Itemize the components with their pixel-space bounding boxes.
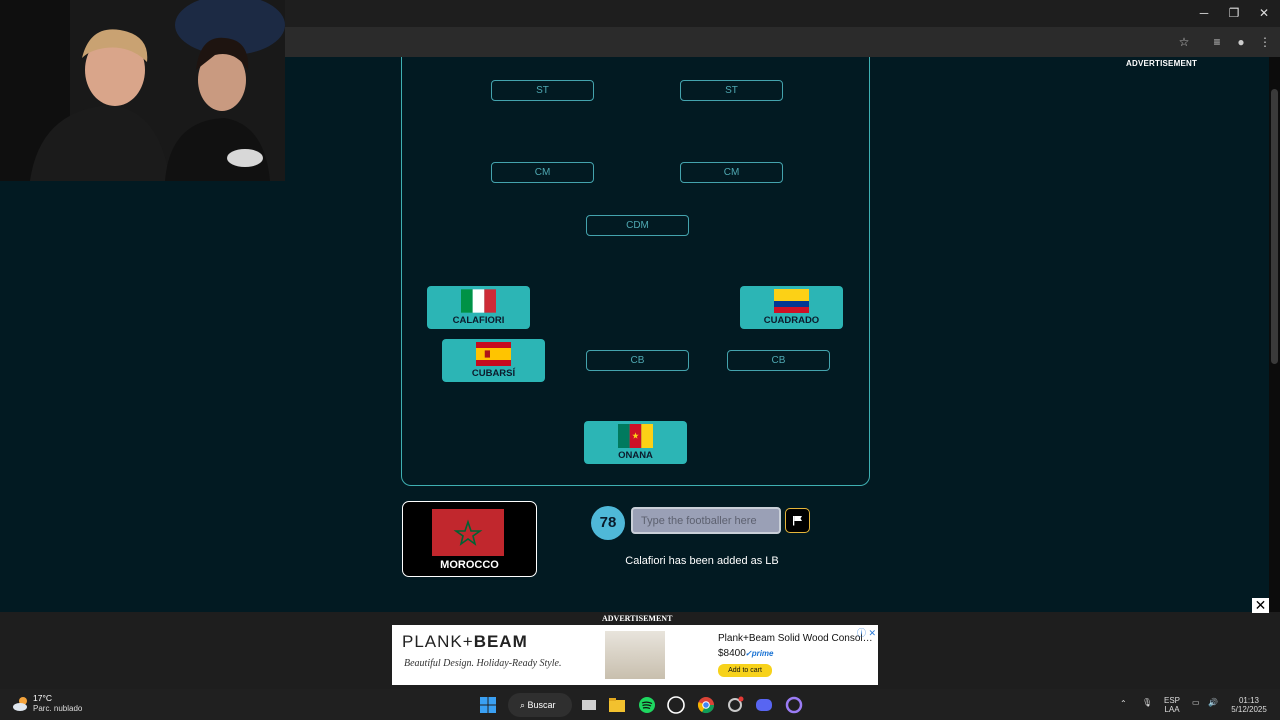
language-code: ESP xyxy=(1163,696,1180,705)
ad-product-title: Plank+Beam Solid Wood Consol… xyxy=(718,633,873,644)
profile-avatar-icon[interactable]: ● xyxy=(1232,33,1250,51)
footballer-input[interactable] xyxy=(631,507,781,534)
ad-banner[interactable]: PLANK+BEAM Beautiful Design. Holiday-Rea… xyxy=(392,625,878,685)
browser-menu-icon[interactable]: ⋮ xyxy=(1256,33,1274,51)
ad-label-top: ADVERTISEMENT xyxy=(1126,59,1198,68)
assistant-app-icon[interactable] xyxy=(783,694,805,716)
volume-icon[interactable]: 🔊 xyxy=(1208,698,1218,707)
slot-cb-left[interactable]: CB xyxy=(586,350,689,371)
spotify-icon[interactable] xyxy=(636,694,658,716)
pitch-board: ST ST CM CM CDM CB CB CALAFIORI CUADRADO… xyxy=(401,57,870,486)
show-hidden-icons[interactable]: ⌃ xyxy=(1120,699,1127,708)
ad-brand-prefix: PLANK+ xyxy=(402,632,474,651)
slot-cm-left[interactable]: CM xyxy=(491,162,594,183)
language-indicator[interactable]: ESP LAA xyxy=(1160,696,1184,714)
slot-cb-right[interactable]: CB xyxy=(727,350,830,371)
minimize-button[interactable]: ─ xyxy=(1189,4,1219,22)
screen: ─ ❐ ✕ ☆ ≡ ● ⋮ ADVERTISEMENT ST ST CM CM … xyxy=(0,0,1280,720)
colombia-flag-icon xyxy=(774,289,809,313)
discord-icon[interactable] xyxy=(753,694,775,716)
slot-st-right[interactable]: ST xyxy=(680,80,783,101)
country-name: MOROCCO xyxy=(440,559,499,571)
spain-flag-icon xyxy=(476,342,511,366)
player-card-cuadrado[interactable]: CUADRADO xyxy=(740,286,843,329)
ad-label-bottom: ADVERTISEMENT xyxy=(602,614,673,623)
italy-flag-icon xyxy=(461,289,496,313)
settings-app-icon[interactable] xyxy=(724,694,746,716)
ad-close-button[interactable]: ✕ xyxy=(1252,598,1269,613)
maximize-button[interactable]: ❐ xyxy=(1219,4,1249,22)
player-card-onana[interactable]: ONANA xyxy=(584,421,687,464)
taskbar: 17°C Parc. nublado ⌕ Buscar ⌃ 🎙 ESP LAA … xyxy=(0,689,1280,720)
bookmark-star-icon[interactable]: ☆ xyxy=(1175,33,1193,51)
cameroon-flag-icon xyxy=(618,424,653,448)
tab-search-icon[interactable]: ≡ xyxy=(1208,33,1226,51)
slot-cdm[interactable]: CDM xyxy=(586,215,689,236)
player-name: CALAFIORI xyxy=(452,315,505,326)
flag-icon xyxy=(793,516,802,526)
ad-prime-badge: ✓prime xyxy=(745,649,774,658)
clock-time: 01:13 xyxy=(1238,696,1260,705)
ad-info-icon[interactable]: ⓘ ✕ xyxy=(857,626,876,639)
slot-cm-right[interactable]: CM xyxy=(680,162,783,183)
webcam-video xyxy=(0,0,285,181)
add-to-cart-button[interactable]: Add to cart xyxy=(718,664,772,677)
player-card-calafiori[interactable]: CALAFIORI xyxy=(427,286,530,329)
weather-temperature: 17°C xyxy=(33,693,52,703)
ad-tagline: Beautiful Design. Holiday-Ready Style. xyxy=(404,658,562,669)
weather-icon xyxy=(13,697,27,711)
webcam-overlay xyxy=(0,0,285,181)
current-country-card: MOROCCO xyxy=(402,501,537,577)
microphone-icon[interactable]: 🎙 xyxy=(1142,698,1152,707)
player-card-cubarsi[interactable]: CUBARSÍ xyxy=(442,339,545,382)
flag-button[interactable] xyxy=(785,508,810,533)
chrome-icon[interactable] xyxy=(695,694,717,716)
ad-product-image xyxy=(605,631,665,679)
slot-st-left[interactable]: ST xyxy=(491,80,594,101)
windows-start-icon[interactable] xyxy=(477,694,499,716)
region-code: LAA xyxy=(1164,705,1180,714)
ad-product-price: $8400 xyxy=(718,648,746,659)
whatsapp-icon[interactable] xyxy=(665,694,687,716)
taskbar-search-label: Buscar xyxy=(527,700,556,710)
player-name: CUADRADO xyxy=(763,315,820,326)
ad-brand: PLANK+BEAM xyxy=(402,632,528,652)
player-name: CUBARSÍ xyxy=(471,368,516,379)
status-message: Calafiori has been added as LB xyxy=(625,555,779,567)
network-icon[interactable]: ▭ xyxy=(1192,698,1200,707)
score-badge: 78 xyxy=(591,506,625,540)
close-window-button[interactable]: ✕ xyxy=(1249,4,1279,22)
ad-brand-suffix: BEAM xyxy=(473,632,528,651)
file-explorer-icon[interactable] xyxy=(606,694,628,716)
taskbar-search[interactable]: ⌕ Buscar xyxy=(508,693,572,717)
player-name: ONANA xyxy=(618,450,653,461)
clock-date: 5/12/2025 xyxy=(1231,705,1267,714)
scrollbar-thumb[interactable] xyxy=(1271,89,1278,364)
weather-description: Parc. nublado xyxy=(33,704,83,713)
clock[interactable]: 01:13 5/12/2025 xyxy=(1226,696,1272,714)
page-scrollbar[interactable] xyxy=(1269,57,1280,612)
task-view-icon[interactable] xyxy=(578,694,600,716)
morocco-flag-icon xyxy=(432,509,504,556)
